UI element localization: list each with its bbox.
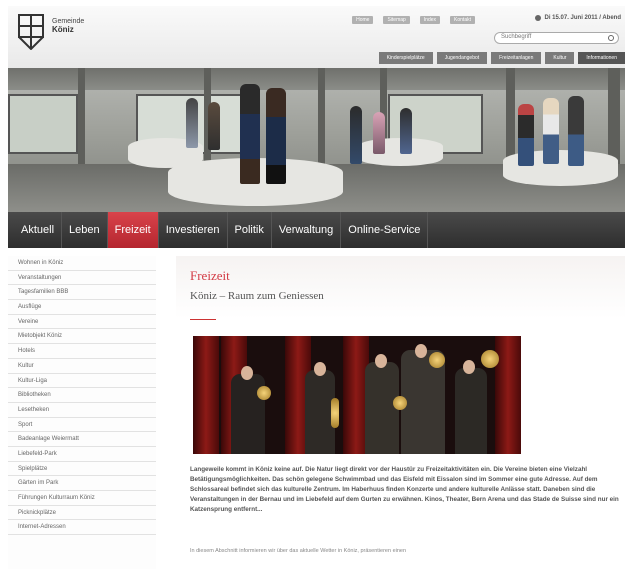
body-paragraph: In diesem Abschnitt informieren wir über… — [190, 548, 407, 554]
brand-line2: Köniz — [52, 25, 74, 34]
hero-person — [568, 96, 584, 166]
hero-person — [208, 102, 220, 150]
hero-person — [543, 98, 559, 164]
sidebar-item[interactable]: Internet-Adressen — [8, 520, 156, 536]
sidebar-item[interactable]: Veranstaltungen — [8, 271, 156, 286]
top-link-sitemap[interactable]: Sitemap — [383, 16, 410, 24]
page-subtitle: Köniz – Raum zum Geniessen — [190, 290, 324, 302]
tab-verwaltung[interactable]: Verwaltung — [272, 212, 342, 248]
tuba-icon — [481, 350, 499, 368]
tab-freizeit[interactable]: Freizeit — [107, 212, 159, 248]
weather-icon — [534, 15, 541, 21]
search-input[interactable]: Suchbegriff — [494, 32, 619, 44]
sidebar-item[interactable]: Liebefeld-Park — [8, 447, 156, 462]
hero-ceiling — [8, 68, 625, 90]
musician-head — [375, 354, 387, 368]
site-header: Gemeinde Köniz Home Sitemap Index Kontak… — [8, 6, 625, 68]
top-utility-nav: Home Sitemap Index Kontakt — [352, 16, 475, 24]
sidebar-item[interactable]: Kultur — [8, 359, 156, 374]
hero-person — [400, 108, 412, 154]
tuba-icon — [429, 352, 445, 368]
sidebar-item[interactable]: Lesetheken — [8, 403, 156, 418]
musician — [455, 368, 487, 454]
stage-curtain — [193, 336, 219, 454]
musician-head — [314, 362, 326, 376]
sidebar-item[interactable]: Spielplätze — [8, 462, 156, 477]
band-photo — [193, 336, 521, 454]
hero-person — [518, 104, 534, 166]
subnav-item[interactable]: Kultur — [545, 52, 575, 64]
hero-person — [350, 106, 362, 164]
sidebar-item[interactable]: Vereine — [8, 315, 156, 330]
hero-window — [8, 94, 78, 154]
musician-head — [463, 360, 475, 374]
sidebar-item[interactable]: Picknickplätze — [8, 506, 156, 521]
musician — [365, 362, 399, 454]
subnav-item[interactable]: Informationen — [578, 52, 625, 64]
top-link-kontakt[interactable]: Kontakt — [450, 16, 475, 24]
tab-online-service[interactable]: Online-Service — [341, 212, 429, 248]
sidebar-item[interactable]: Mietobjekt Köniz — [8, 329, 156, 345]
musician-head — [241, 366, 253, 380]
tab-politik[interactable]: Politik — [228, 212, 272, 248]
lead-paragraph: Langeweile kommt in Köniz keine auf. Die… — [190, 466, 619, 513]
saxophone-icon — [331, 398, 339, 428]
sidebar-nav: Wohnen in Köniz Veranstaltungen Tagesfam… — [8, 256, 156, 569]
top-link-index[interactable]: Index — [419, 16, 441, 24]
musician-head — [415, 344, 427, 358]
main-nav: Aktuell Leben Freizeit Investieren Polit… — [8, 212, 625, 248]
sidebar-item[interactable]: Gärten im Park — [8, 476, 156, 491]
sidebar-item[interactable]: Sport — [8, 418, 156, 433]
title-divider — [190, 319, 216, 320]
sidebar-item[interactable]: Führungen Kulturraum Köniz — [8, 491, 156, 506]
horn-icon — [257, 386, 271, 400]
subnav-item[interactable]: Freizeitanlagen — [491, 52, 542, 64]
sidebar-item[interactable]: Tagesfamilien BBB — [8, 285, 156, 301]
date-weather: Di 15.07. Juni 2011 / Abend — [534, 15, 621, 21]
saxophone-icon — [393, 396, 407, 410]
main-content: Freizeit Köniz – Raum zum Geniessen Lang… — [176, 256, 625, 569]
hero-person — [373, 112, 385, 154]
sidebar-item[interactable]: Badeanlage Weiermatt — [8, 432, 156, 447]
date-text: Di 15.07. Juni 2011 / Abend — [544, 15, 621, 21]
tab-leben[interactable]: Leben — [62, 212, 108, 248]
subnav-item[interactable]: Kinderspielplätze — [378, 52, 433, 64]
sidebar-item[interactable]: Ausflüge — [8, 300, 156, 315]
koeniz-logo-icon[interactable] — [18, 14, 44, 50]
page-title: Freizeit — [190, 268, 230, 283]
sidebar-item[interactable]: Kultur-Liga — [8, 374, 156, 389]
brand-name[interactable]: Gemeinde Köniz — [52, 18, 84, 34]
hero-person — [266, 88, 286, 184]
sidebar-item[interactable]: Wohnen in Köniz — [8, 256, 156, 271]
search-placeholder: Suchbegriff — [501, 34, 532, 40]
sidebar-item[interactable]: Hotels — [8, 344, 156, 359]
hero-person — [186, 98, 198, 148]
hero-person — [240, 84, 260, 184]
tab-aktuell[interactable]: Aktuell — [14, 212, 63, 248]
stage-curtain — [495, 336, 521, 454]
search-icon[interactable] — [608, 35, 614, 41]
subnav-item[interactable]: Jugendangebot — [436, 52, 488, 64]
sidebar-item[interactable]: Bibliotheken — [8, 388, 156, 403]
sub-nav: Kinderspielplätze Jugendangebot Freizeit… — [378, 52, 625, 64]
top-link-home[interactable]: Home — [352, 16, 374, 24]
hero-image — [8, 68, 625, 212]
tab-investieren[interactable]: Investieren — [159, 212, 228, 248]
